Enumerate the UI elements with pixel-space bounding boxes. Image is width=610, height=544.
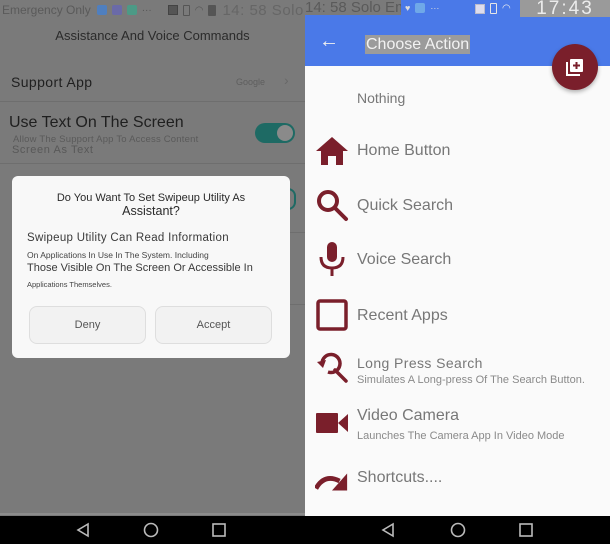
dialog-body-line1: Swipeup Utility Can Read Information (27, 232, 229, 244)
wifi-icon: ◠ (502, 3, 511, 14)
navigation-bar (0, 516, 610, 544)
shield-app-icon (111, 5, 122, 15)
status-clock: 17:43 (520, 0, 610, 18)
notification-icons: ··· (96, 4, 152, 16)
vibrate-icon (490, 3, 497, 14)
search-rotate-icon (315, 350, 349, 384)
search-icon (315, 188, 349, 222)
action-label: Long Press Search (357, 355, 483, 371)
use-text-toggle[interactable] (255, 123, 295, 143)
status-bar-right: 14: 58 Solo Emergency - ♥ ··· ◠ 17:43 (305, 0, 610, 20)
action-label: Shortcuts.... (357, 469, 443, 486)
sim-icon (208, 4, 217, 16)
clock-fragment: 14: 58 Solo (222, 1, 304, 19)
toggle-knob (277, 125, 293, 141)
action-item-home-button[interactable]: Home Button (305, 132, 610, 172)
shield-app-icon: ♥ (405, 3, 411, 13)
action-label: Video Camera (357, 407, 459, 424)
back-triangle-icon[interactable] (380, 522, 396, 538)
accept-button[interactable]: Accept (155, 306, 272, 344)
home-circle-icon[interactable] (450, 522, 466, 538)
bottom-divider (0, 513, 305, 515)
dialog-title-line2: Assistant? (122, 204, 180, 218)
home-icon (315, 134, 349, 168)
carrier-text: Emergency Only (2, 3, 91, 17)
action-label: Voice Search (357, 251, 452, 268)
redo-arrow-icon (315, 464, 349, 498)
square-icon (315, 298, 349, 332)
library-add-icon (566, 59, 583, 76)
dialog-body-line2: On Applications In Use In The System. In… (27, 250, 209, 260)
recents-square-icon[interactable] (211, 522, 227, 538)
page-title: Assistance And Voice Commands (55, 28, 250, 43)
status-bar-left: Emergency Only ··· ◠ 14: 58 Solo (0, 0, 305, 20)
dialog-body-line4: Applications Themselves. (27, 280, 112, 289)
use-text-label: Use Text On The Screen (9, 114, 184, 131)
nfc-icon (167, 5, 178, 15)
vibrate-icon (182, 4, 190, 16)
assistant-dialog: Do You Want To Set Swipeup Utility As As… (12, 176, 290, 358)
wifi-icon: ◠ (194, 4, 204, 16)
more-dots-icon: ··· (430, 3, 440, 13)
chevron-right-icon: › (284, 72, 289, 88)
more-dots-icon: ··· (141, 4, 152, 16)
action-item-recent-apps[interactable]: Recent Apps (305, 296, 610, 336)
settings-screen: Emergency Only ··· ◠ 14: 58 Solo Assista… (0, 0, 305, 516)
support-app-row[interactable]: Support App Google › (0, 60, 305, 102)
choose-action-screen: 14: 58 Solo Emergency - ♥ ··· ◠ 17:43 ← … (305, 0, 610, 516)
action-label: Nothing (357, 90, 406, 106)
support-app-value: Google (236, 77, 266, 87)
system-icons: ◠ (475, 3, 511, 14)
recents-square-icon[interactable] (518, 522, 534, 538)
back-triangle-icon[interactable] (75, 522, 91, 538)
dialog-body-line3: Those Visible On The Screen Or Accessibl… (27, 262, 253, 274)
action-item-quick-search[interactable]: Quick Search (305, 186, 610, 226)
action-subtitle: Simulates A Long-press Of The Search But… (357, 374, 585, 386)
action-item-shortcuts[interactable]: Shortcuts.... (305, 462, 610, 500)
action-item-video-camera[interactable]: Video Camera Launches The Camera App In … (305, 404, 610, 446)
app-bar-title: Choose Action (365, 35, 471, 54)
action-subtitle: Launches The Camera App In Video Mode (357, 430, 565, 442)
use-text-desc-2: Screen As Text (12, 144, 94, 156)
chart-app-icon (96, 5, 107, 15)
action-label: Quick Search (357, 197, 454, 214)
status-overlay-text: 14: 58 Solo Emergency - (305, 0, 401, 15)
microphone-icon (315, 242, 349, 276)
divider (290, 304, 305, 305)
deny-button[interactable]: Deny (29, 306, 146, 344)
arrow-left-icon[interactable]: ← (319, 31, 339, 51)
action-label: Recent Apps (357, 307, 448, 324)
image-app-icon (415, 3, 426, 13)
action-label: Home Button (357, 142, 451, 159)
image-app-icon (126, 5, 137, 15)
video-camera-icon (315, 406, 349, 440)
nfc-icon (475, 3, 485, 14)
notification-icons: ♥ ··· (405, 3, 439, 13)
divider (290, 232, 305, 233)
dialog-title-line1: Do You Want To Set Swipeup Utility As (56, 192, 246, 204)
home-circle-icon[interactable] (143, 522, 159, 538)
system-icons: ◠ (167, 4, 217, 16)
support-app-label: Support App (11, 74, 93, 90)
action-item-long-press-search[interactable]: Long Press Search Simulates A Long-press… (305, 350, 610, 392)
action-item-nothing[interactable]: Nothing (305, 82, 610, 118)
action-item-voice-search[interactable]: Voice Search (305, 240, 610, 280)
